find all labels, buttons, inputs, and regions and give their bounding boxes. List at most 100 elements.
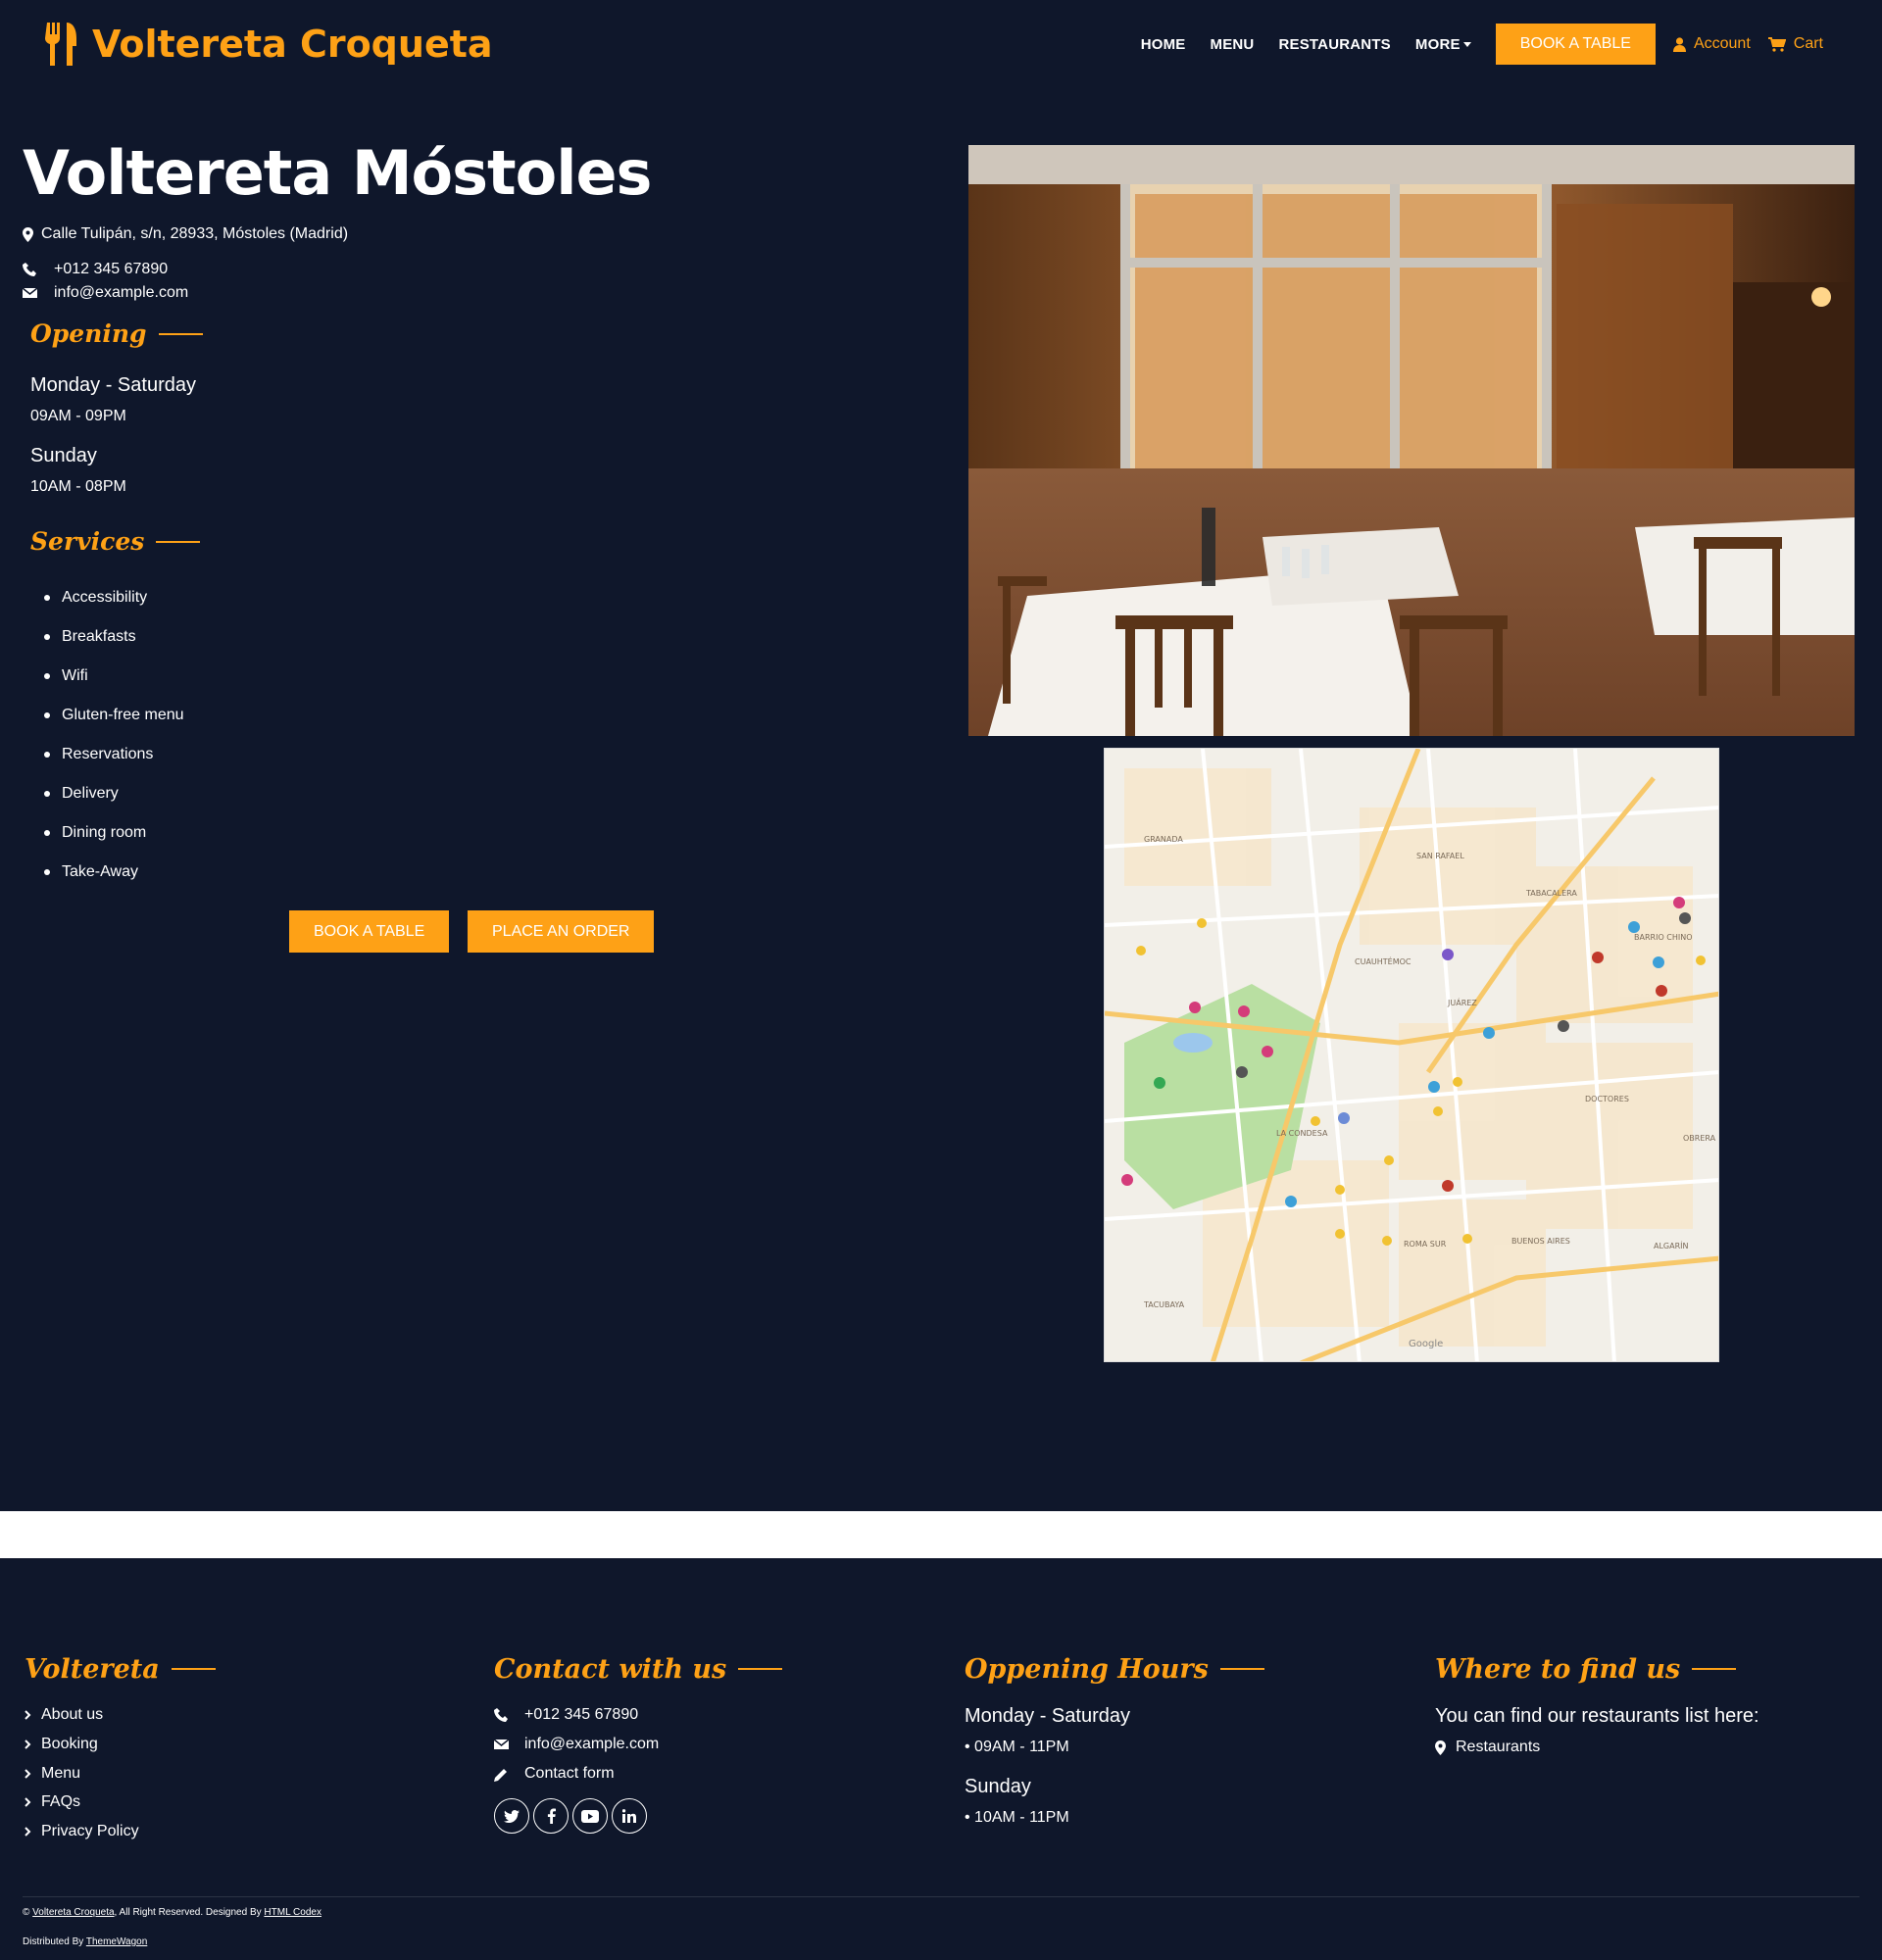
chevron-right-icon (25, 1710, 31, 1720)
heading-divider (158, 332, 203, 335)
cart-icon (1767, 36, 1786, 52)
footer-link-booking[interactable]: Booking (25, 1736, 98, 1753)
opening-title: Opening (30, 319, 147, 348)
footer-phone[interactable]: +012 345 67890 (494, 1706, 638, 1724)
list-item: Dining room (44, 813, 184, 853)
heading-divider (156, 540, 201, 543)
svg-text:Google: Google (1409, 1339, 1443, 1349)
footer-col-contact: Contact with us (494, 1651, 783, 1687)
services-list: Accessibility Breakfasts Wifi Gluten-fre… (44, 578, 184, 892)
footer-title-contact: Contact with us (494, 1653, 727, 1685)
heading-divider (738, 1668, 783, 1670)
footer-contact-form[interactable]: Contact form (494, 1765, 615, 1783)
svg-text:DOCTORES: DOCTORES (1585, 1095, 1629, 1103)
footer-link-faqs[interactable]: FAQs (25, 1793, 80, 1811)
place-order-button[interactable]: PLACE AN ORDER (468, 910, 655, 953)
list-item: Accessibility (44, 578, 184, 617)
svg-text:SAN RAFAEL: SAN RAFAEL (1416, 852, 1464, 860)
footer-col-voltereta: Voltereta (25, 1651, 216, 1687)
cart-link[interactable]: Cart (1767, 35, 1823, 53)
heading-divider (1692, 1668, 1737, 1670)
nav-restaurants[interactable]: RESTAURANTS (1278, 36, 1390, 53)
location-map[interactable]: GRANADA SAN RAFAEL TABACALERA CUAUHTÉMOC… (1104, 748, 1719, 1362)
nav-book-table-button[interactable]: BOOK A TABLE (1495, 24, 1656, 65)
svg-text:TABACALERA: TABACALERA (1525, 889, 1577, 898)
list-item: Delivery (44, 774, 184, 813)
footer-title-hours: Oppening Hours (965, 1653, 1209, 1685)
svg-text:CUAUHTÉMOC: CUAUHTÉMOC (1355, 956, 1412, 966)
map-marker-icon (23, 226, 33, 242)
email-text[interactable]: info@example.com (54, 284, 188, 302)
distributed-line: Distributed By ThemeWagon (23, 1936, 148, 1947)
footer-day-1: Monday - Saturday (965, 1705, 1130, 1727)
designer-link[interactable]: HTML Codex (264, 1907, 322, 1918)
svg-text:TACUBAYA: TACUBAYA (1143, 1300, 1185, 1309)
footer-title-where: Where to find us (1435, 1653, 1681, 1685)
utensils-icon (45, 23, 76, 66)
cart-label: Cart (1793, 35, 1823, 52)
services-title: Services (30, 527, 145, 556)
phone-icon (23, 262, 36, 276)
footer-day-2: Sunday (965, 1776, 1031, 1797)
section-divider-band (0, 1511, 1882, 1558)
chevron-right-icon (25, 1769, 31, 1779)
list-item: Reservations (44, 735, 184, 774)
footer-link-menu[interactable]: Menu (25, 1765, 80, 1783)
brand-name: Voltereta Croqueta (92, 23, 493, 66)
address-text: Calle Tulipán, s/n, 28933, Móstoles (Mad… (41, 225, 349, 242)
user-icon (1672, 36, 1686, 52)
svg-text:OBRERA: OBRERA (1683, 1134, 1716, 1143)
twitter-icon[interactable] (494, 1798, 529, 1834)
footer-link-about[interactable]: About us (25, 1706, 103, 1724)
list-item: Take-Away (44, 853, 184, 892)
opening-day-2: Sunday (30, 445, 97, 466)
chevron-right-icon (25, 1740, 31, 1749)
footer-divider (23, 1896, 1859, 1897)
svg-text:LA CONDESA: LA CONDESA (1276, 1129, 1328, 1138)
nav-more-label: MORE (1414, 35, 1461, 53)
list-item: Breakfasts (44, 617, 184, 657)
caret-down-icon (1462, 42, 1471, 48)
phone-icon (494, 1707, 508, 1722)
youtube-icon[interactable] (572, 1798, 608, 1834)
nav-home[interactable]: HOME (1141, 36, 1186, 53)
svg-text:JUÁREZ: JUÁREZ (1447, 997, 1477, 1007)
copyright-brand-link[interactable]: Voltereta Croqueta (32, 1907, 114, 1918)
footer-restaurants-link[interactable]: Restaurants (1435, 1739, 1540, 1756)
restaurant-photo (968, 145, 1855, 736)
svg-text:ROMA SUR: ROMA SUR (1404, 1240, 1447, 1249)
nav-menu[interactable]: MENU (1211, 36, 1255, 53)
opening-heading: Opening (30, 319, 203, 348)
opening-hours-1: 09AM - 09PM (30, 408, 126, 424)
footer-hours-1: • 09AM - 11PM (965, 1739, 1069, 1755)
restaurant-title: Voltereta Móstoles (23, 137, 652, 209)
nav-more-dropdown[interactable]: MORE (1415, 36, 1471, 53)
list-item: Gluten-free menu (44, 696, 184, 735)
account-link[interactable]: Account (1672, 35, 1751, 53)
brand-logo[interactable]: Voltereta Croqueta (45, 20, 493, 69)
linkedin-icon[interactable] (612, 1798, 647, 1834)
list-item: Wifi (44, 657, 184, 696)
heading-divider (171, 1668, 216, 1670)
footer-title-voltereta: Voltereta (25, 1653, 160, 1685)
navbar: Voltereta Croqueta HOME MENU RESTAURANTS… (0, 0, 1882, 88)
footer-email[interactable]: info@example.com (494, 1736, 659, 1753)
svg-text:ALGARÍN: ALGARÍN (1654, 1240, 1689, 1250)
chevron-right-icon (25, 1797, 31, 1807)
opening-hours-2: 10AM - 08PM (30, 478, 126, 495)
footer-col-where: Where to find us (1435, 1651, 1737, 1687)
envelope-icon (23, 287, 37, 298)
phone-text[interactable]: +012 345 67890 (54, 261, 168, 278)
chevron-right-icon (25, 1827, 31, 1837)
footer-where-text: You can find our restaurants list here: (1435, 1705, 1759, 1727)
svg-text:GRANADA: GRANADA (1144, 835, 1183, 844)
phone-line: +012 345 67890 (23, 261, 168, 278)
distributor-link[interactable]: ThemeWagon (86, 1936, 147, 1947)
copyright-line: © Voltereta Croqueta, All Right Reserved… (23, 1907, 322, 1918)
envelope-icon (494, 1739, 509, 1749)
opening-day-1: Monday - Saturday (30, 374, 196, 396)
facebook-icon[interactable] (533, 1798, 569, 1834)
book-table-button[interactable]: BOOK A TABLE (289, 910, 450, 953)
account-label: Account (1693, 35, 1751, 52)
footer-link-privacy[interactable]: Privacy Policy (25, 1823, 139, 1840)
